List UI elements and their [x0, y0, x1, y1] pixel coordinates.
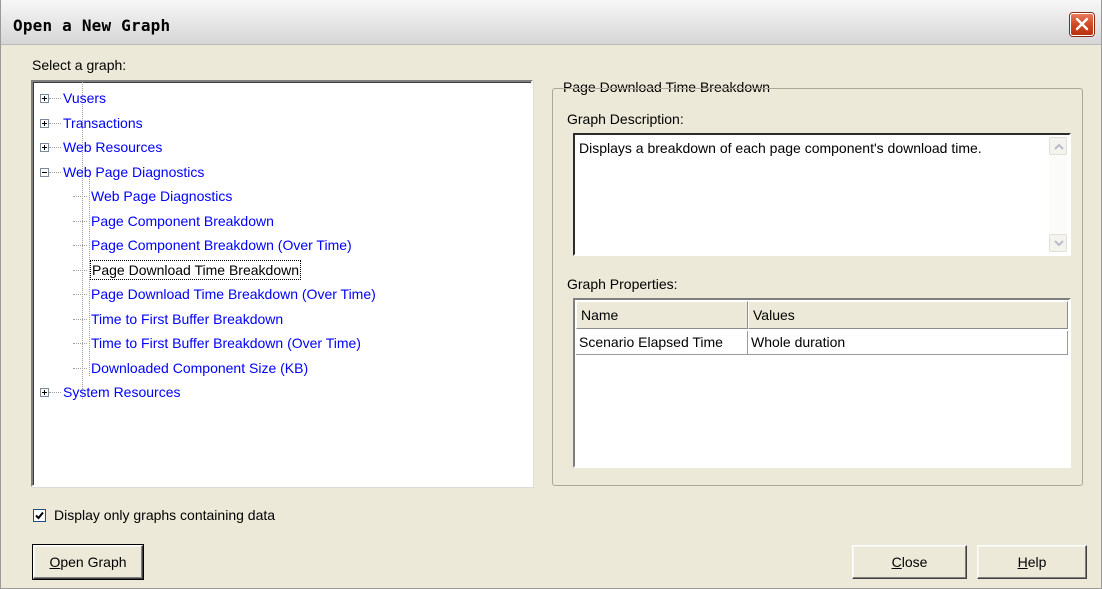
graph-description-label: Graph Description:	[567, 111, 684, 127]
scroll-down-button[interactable]	[1049, 234, 1067, 252]
chevron-down-icon	[1054, 240, 1064, 247]
tree-connector	[49, 392, 61, 393]
expand-plus-icon[interactable]	[40, 94, 49, 103]
select-graph-label: Select a graph:	[32, 57, 127, 73]
tree-connector	[89, 176, 90, 376]
tree-graph-item[interactable]: Page Component Breakdown	[91, 212, 274, 230]
dialog-title: Open a New Graph	[13, 16, 171, 35]
graph-properties-table[interactable]: Name Values Scenario Elapsed Time Whole …	[573, 298, 1071, 468]
tree-category-item[interactable]: System Resources	[63, 383, 180, 401]
column-header-values[interactable]: Values	[748, 301, 1068, 329]
tree-connector	[73, 294, 87, 295]
tree-graph-item[interactable]: Page Download Time Breakdown (Over Time)	[91, 285, 376, 303]
tree-connector	[73, 196, 87, 197]
column-header-name[interactable]: Name	[576, 301, 748, 329]
tree-graph-item[interactable]: Page Download Time Breakdown	[89, 260, 302, 280]
tree-connector	[73, 221, 87, 222]
scroll-up-button[interactable]	[1049, 137, 1067, 155]
tree-connector	[73, 245, 87, 246]
close-window-button[interactable]	[1070, 13, 1094, 36]
property-name-cell[interactable]: Scenario Elapsed Time	[576, 331, 748, 355]
expand-plus-icon[interactable]	[40, 119, 49, 128]
data-only-checkbox[interactable]	[33, 509, 46, 522]
close-button[interactable]: Close	[852, 545, 967, 579]
tree-graph-item[interactable]: Downloaded Component Size (KB)	[91, 359, 308, 377]
help-button[interactable]: Help	[977, 545, 1087, 579]
tree-graph-item[interactable]: Page Component Breakdown (Over Time)	[91, 236, 352, 254]
open-new-graph-dialog: Open a New Graph Select a graph: Vusers T…	[0, 0, 1102, 589]
tree-connector	[73, 319, 87, 320]
tree-category-item[interactable]: Web Resources	[63, 138, 162, 156]
title-bar: Open a New Graph	[1, 0, 1101, 45]
tree-category-item[interactable]: Transactions	[63, 114, 143, 132]
expand-plus-icon[interactable]	[40, 388, 49, 397]
collapse-minus-icon[interactable]	[40, 168, 49, 177]
tree-connector	[49, 172, 61, 173]
description-scrollbar[interactable]	[1049, 137, 1067, 252]
tree-category-item[interactable]: Web Page Diagnostics	[63, 163, 204, 181]
expand-plus-icon[interactable]	[40, 143, 49, 152]
tree-graph-item[interactable]: Web Page Diagnostics	[91, 187, 232, 205]
tree-category-item[interactable]: Vusers	[63, 89, 106, 107]
tree-connector	[49, 147, 61, 148]
tree-connector	[73, 270, 87, 271]
graph-tree[interactable]: Vusers Transactions Web Resources Web Page …	[31, 80, 533, 487]
property-value-cell[interactable]: Whole duration	[748, 331, 1068, 355]
open-graph-button[interactable]: Open Graph	[32, 544, 144, 580]
tree-graph-item[interactable]: Time to First Buffer Breakdown (Over Tim…	[91, 334, 361, 352]
close-x-icon	[1075, 17, 1089, 31]
tree-graph-item[interactable]: Time to First Buffer Breakdown	[91, 310, 283, 328]
chevron-up-icon	[1054, 143, 1064, 150]
checkmark-icon	[35, 511, 44, 520]
data-only-checkbox-label[interactable]: Display only graphs containing data	[54, 507, 275, 523]
tree-connector	[49, 98, 61, 99]
graph-description-box[interactable]: Displays a breakdown of each page compon…	[573, 133, 1071, 256]
tree-connector	[73, 343, 87, 344]
tree-connector	[73, 368, 87, 369]
graph-description-text: Displays a breakdown of each page compon…	[579, 140, 982, 156]
tree-connector	[49, 123, 61, 124]
graph-properties-label: Graph Properties:	[567, 276, 678, 292]
